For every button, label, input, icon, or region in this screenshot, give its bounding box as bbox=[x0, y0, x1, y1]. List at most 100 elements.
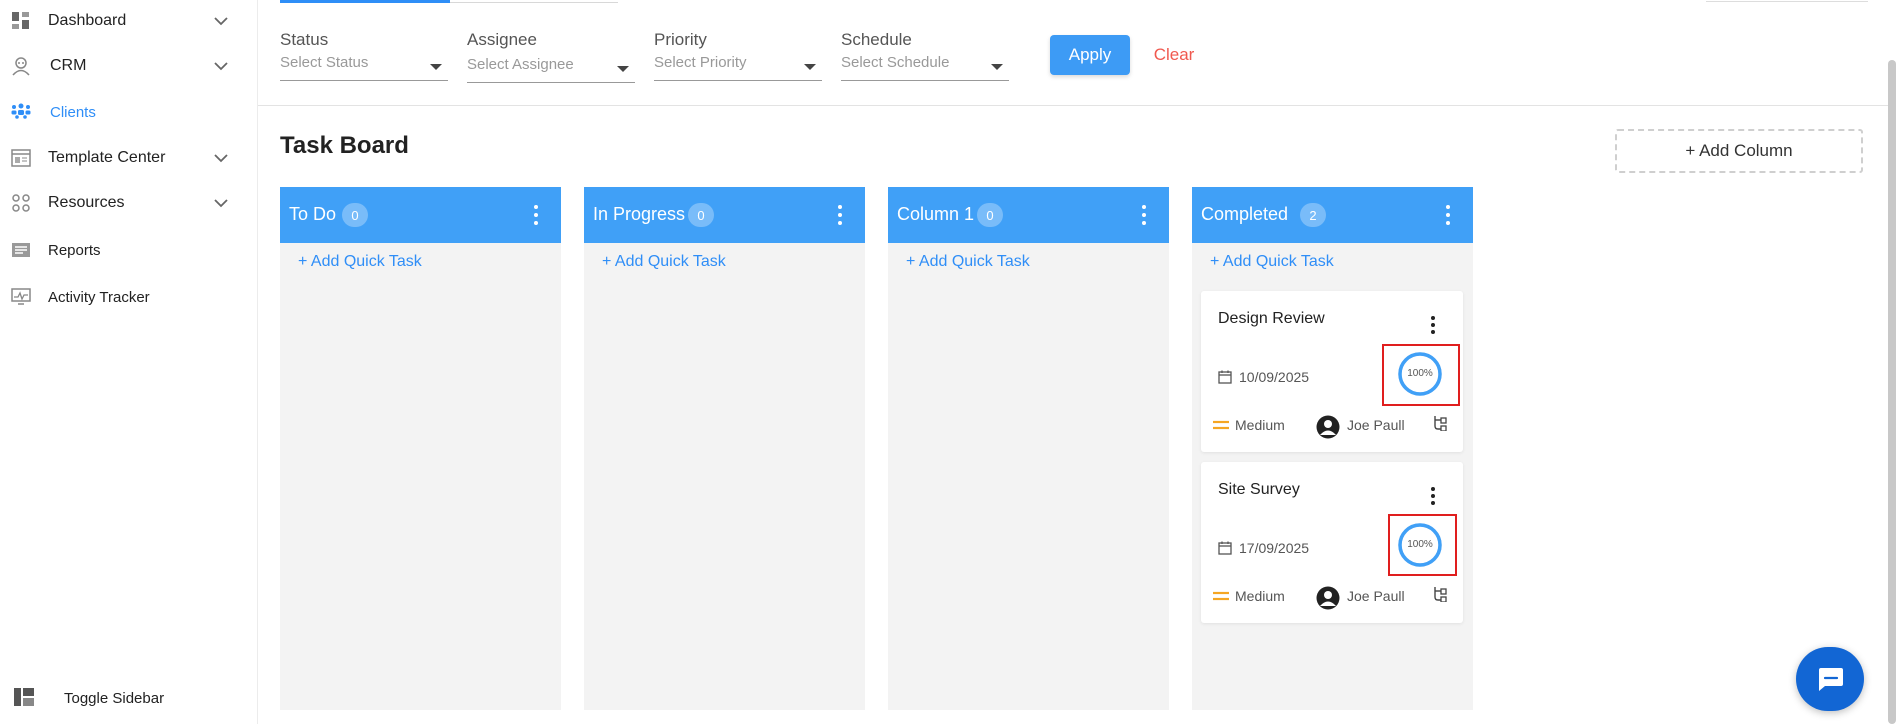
sidebar-item-clients[interactable]: Clients bbox=[0, 95, 258, 129]
filter-label: Schedule bbox=[841, 30, 912, 49]
divider bbox=[258, 105, 1896, 106]
calendar-icon bbox=[1218, 370, 1232, 384]
subtask-icon[interactable] bbox=[1432, 586, 1448, 602]
sidebar-item-label: Resources bbox=[48, 194, 125, 211]
filter-placeholder: Select Priority bbox=[654, 54, 747, 71]
clients-icon bbox=[10, 101, 32, 123]
sidebar-item-template-center[interactable]: Template Center bbox=[0, 141, 258, 175]
dashboard-icon bbox=[10, 10, 32, 32]
app-root: Dashboard CRM Clients Template Center Re… bbox=[0, 0, 1896, 724]
column-menu-button[interactable] bbox=[1139, 205, 1149, 227]
task-card[interactable]: Site Survey 17/09/2025 100% Medium Joe P… bbox=[1201, 462, 1463, 623]
schedule-filter[interactable]: Schedule Select Schedule bbox=[841, 28, 1009, 84]
page-title: Task Board bbox=[280, 132, 409, 159]
status-filter[interactable]: Status Select Status bbox=[280, 28, 448, 84]
board-column-completed: Completed 2 + Add Quick Task Design Revi… bbox=[1192, 187, 1473, 710]
column-menu-button[interactable] bbox=[1443, 205, 1453, 227]
toggle-sidebar-button[interactable]: Toggle Sidebar bbox=[0, 672, 258, 724]
column-header: Column 1 0 bbox=[888, 187, 1169, 243]
add-quick-task-button[interactable]: + Add Quick Task bbox=[1210, 253, 1334, 271]
sidebar: Dashboard CRM Clients Template Center Re… bbox=[0, 0, 258, 724]
caret-down-icon bbox=[991, 64, 1003, 70]
clear-button[interactable]: Clear bbox=[1144, 35, 1204, 75]
board-column-to-do: To Do 0 + Add Quick Task bbox=[280, 187, 561, 710]
scrollbar[interactable] bbox=[1888, 60, 1896, 724]
priority-medium-icon bbox=[1213, 591, 1229, 601]
sidebar-item-dashboard[interactable]: Dashboard bbox=[0, 4, 258, 38]
column-count-badge: 2 bbox=[1300, 203, 1326, 227]
add-quick-task-button[interactable]: + Add Quick Task bbox=[298, 253, 422, 271]
main-content: Status Select Status Assignee Select Ass… bbox=[258, 0, 1896, 724]
assignee-name: Joe Paull bbox=[1347, 588, 1405, 604]
filter-label: Priority bbox=[654, 30, 707, 49]
sidebar-item-label: Clients bbox=[50, 103, 96, 121]
sidebar-item-label: Reports bbox=[48, 241, 101, 259]
priority-label: Medium bbox=[1235, 588, 1285, 604]
chevron-down-icon bbox=[214, 62, 228, 71]
board-column-column-1: Column 1 0 + Add Quick Task bbox=[888, 187, 1169, 710]
filter-placeholder: Select Status bbox=[280, 54, 369, 71]
avatar bbox=[1316, 415, 1340, 439]
column-header: In Progress 0 bbox=[584, 187, 865, 243]
chat-button[interactable] bbox=[1796, 647, 1864, 711]
task-due-date: 10/09/2025 bbox=[1239, 369, 1310, 385]
toggle-sidebar-label: Toggle Sidebar bbox=[64, 689, 165, 707]
crm-icon bbox=[10, 55, 32, 77]
column-menu-button[interactable] bbox=[835, 205, 845, 227]
priority-filter[interactable]: Priority Select Priority bbox=[654, 28, 822, 84]
sidebar-item-crm[interactable]: CRM bbox=[0, 49, 258, 83]
apply-button[interactable]: Apply bbox=[1050, 35, 1130, 75]
task-title: Site Survey bbox=[1218, 481, 1300, 498]
task-menu-button[interactable] bbox=[1429, 487, 1437, 509]
chevron-down-icon bbox=[214, 17, 228, 26]
caret-down-icon bbox=[430, 64, 442, 70]
sidebar-item-label: CRM bbox=[50, 57, 87, 74]
avatar bbox=[1316, 586, 1340, 610]
subtask-icon[interactable] bbox=[1432, 415, 1448, 431]
task-due-date: 17/09/2025 bbox=[1239, 540, 1310, 556]
assignee-filter[interactable]: Assignee Select Assignee bbox=[467, 28, 635, 84]
template-icon bbox=[10, 147, 32, 169]
filter-label: Status bbox=[280, 30, 329, 49]
assignee-name: Joe Paull bbox=[1347, 417, 1405, 433]
sidebar-item-label: Activity Tracker bbox=[48, 288, 150, 306]
filter-label: Assignee bbox=[467, 30, 537, 49]
progress-percent: 100% bbox=[1407, 368, 1433, 379]
chevron-down-icon bbox=[214, 154, 228, 163]
sidebar-item-resources[interactable]: Resources bbox=[0, 186, 258, 220]
board-column-in-progress: In Progress 0 + Add Quick Task bbox=[584, 187, 865, 710]
progress-percent: 100% bbox=[1407, 539, 1433, 550]
filter-placeholder: Select Schedule bbox=[841, 54, 950, 71]
filter-placeholder: Select Assignee bbox=[467, 56, 574, 73]
column-count-badge: 0 bbox=[342, 203, 368, 227]
column-title: In Progress bbox=[593, 204, 686, 224]
column-menu-button[interactable] bbox=[531, 205, 541, 227]
top-right-field bbox=[1706, 0, 1868, 2]
task-menu-button[interactable] bbox=[1429, 316, 1437, 338]
sidebar-item-activity-tracker[interactable]: Activity Tracker bbox=[0, 280, 258, 314]
column-count-badge: 0 bbox=[977, 203, 1003, 227]
priority-medium-icon bbox=[1213, 420, 1229, 430]
task-card[interactable]: Design Review 10/09/2025 100% Medium Joe… bbox=[1201, 291, 1463, 452]
sidebar-toggle-icon bbox=[12, 686, 36, 710]
sidebar-item-label: Template Center bbox=[48, 149, 166, 166]
caret-down-icon bbox=[804, 64, 816, 70]
add-quick-task-button[interactable]: + Add Quick Task bbox=[906, 253, 1030, 271]
resources-icon bbox=[10, 192, 32, 214]
column-header: To Do 0 bbox=[280, 187, 561, 243]
task-title: Design Review bbox=[1218, 310, 1325, 327]
sidebar-item-reports[interactable]: Reports bbox=[0, 233, 258, 267]
caret-down-icon bbox=[617, 66, 629, 72]
sidebar-item-label: Dashboard bbox=[48, 12, 127, 29]
chevron-down-icon bbox=[214, 199, 228, 208]
column-title: Completed bbox=[1201, 204, 1289, 224]
top-tab-indicator bbox=[280, 0, 618, 4]
add-column-button[interactable]: + Add Column bbox=[1615, 129, 1863, 173]
column-title: To Do bbox=[289, 204, 337, 224]
column-title: Column 1 bbox=[897, 204, 975, 224]
chat-icon bbox=[1819, 668, 1843, 691]
add-quick-task-button[interactable]: + Add Quick Task bbox=[602, 253, 726, 271]
column-count-badge: 0 bbox=[688, 203, 714, 227]
calendar-icon bbox=[1218, 541, 1232, 555]
priority-label: Medium bbox=[1235, 417, 1285, 433]
